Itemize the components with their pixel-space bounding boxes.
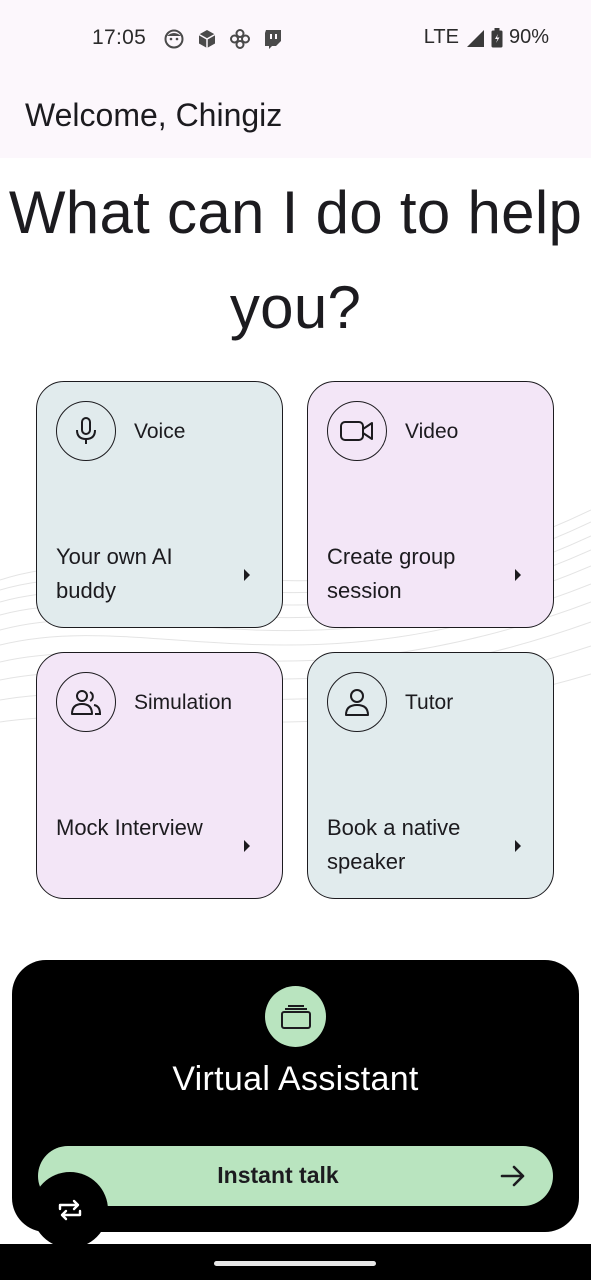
app-bar: Welcome, Chingiz — [0, 78, 591, 158]
caret-right-icon — [244, 569, 250, 581]
instant-talk-label: Instant talk — [217, 1162, 339, 1188]
notification-icons — [162, 27, 285, 51]
video-camera-icon — [327, 401, 387, 461]
video-card-title: Video — [405, 420, 459, 443]
voice-card[interactable]: Voice Your own AI buddy — [36, 381, 283, 628]
status-time: 17:05 — [92, 26, 147, 49]
simulation-card-description: Mock Interview — [56, 815, 203, 840]
person-icon — [327, 672, 387, 732]
tutor-card-description: Book a native speaker — [327, 815, 461, 874]
caret-right-icon — [244, 840, 250, 852]
voice-card-title: Voice — [134, 420, 186, 443]
repeat-fab[interactable] — [32, 1172, 108, 1248]
simulation-card-title: Simulation — [134, 691, 233, 714]
welcome-title: Welcome, Chingiz — [25, 97, 283, 133]
tutor-card[interactable]: Tutor Book a native speaker — [307, 652, 554, 899]
pinwheel-icon — [230, 29, 250, 49]
repeat-icon — [58, 1199, 82, 1221]
video-card[interactable]: Video Create group session — [307, 381, 554, 628]
face-icon — [164, 29, 184, 49]
tutor-card-title: Tutor — [405, 691, 454, 714]
people-icon — [56, 672, 116, 732]
signal-icon — [466, 29, 484, 47]
instant-talk-button[interactable]: Instant talk — [38, 1146, 553, 1206]
battery-icon — [491, 27, 503, 47]
status-right: LTE 90% — [424, 26, 549, 49]
cards-stack-icon — [265, 986, 326, 1047]
arrow-right-icon — [500, 1165, 525, 1187]
microphone-icon — [56, 401, 116, 461]
video-card-description: Create group session — [327, 544, 456, 603]
status-bar: 17:05 LTE 90% — [0, 0, 591, 78]
simulation-card[interactable]: Simulation Mock Interview — [36, 652, 283, 899]
assistant-title: Virtual Assistant — [172, 1060, 419, 1098]
twitch-icon — [265, 30, 281, 49]
caret-right-icon — [515, 569, 521, 581]
network-label: LTE — [423, 26, 459, 48]
system-nav-bar — [0, 1244, 591, 1280]
home-gesture-handle[interactable] — [214, 1261, 376, 1266]
caret-right-icon — [515, 840, 521, 852]
package-icon — [198, 30, 216, 48]
headline: What can I do to help you? — [8, 179, 583, 341]
battery-label: 90% — [508, 26, 549, 48]
voice-card-description: Your own AI buddy — [56, 544, 173, 603]
